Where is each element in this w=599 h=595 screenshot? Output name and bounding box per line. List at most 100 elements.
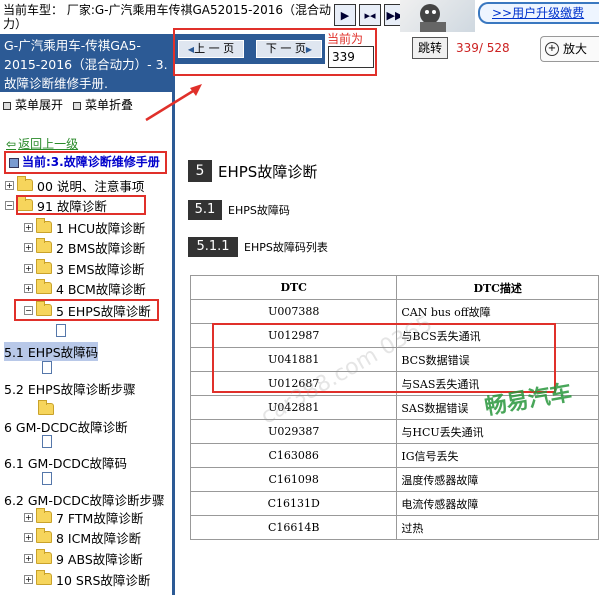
first-page-icon[interactable]: ▶ <box>334 4 356 26</box>
tree-item-label: 8 ICM故障诊断 <box>56 530 142 546</box>
table-row: U007388 CAN bus off故障 <box>189 299 599 324</box>
tree-item-label: 10 SRS故障诊断 <box>56 572 151 588</box>
table-row: U042881 SAS数据错误 <box>189 395 599 420</box>
page-count: 339/ 528 <box>456 41 510 55</box>
dtc-description: 与HCU丢失通讯 <box>396 419 599 444</box>
highlight-box <box>14 299 159 321</box>
page-icon <box>42 435 52 448</box>
tree-item-abs[interactable]: +9 ABS故障诊断 <box>24 549 143 567</box>
expand-toggle-icon[interactable]: + <box>24 553 33 563</box>
collapse-toggle-icon[interactable]: − <box>5 200 14 210</box>
upgrade-link[interactable]: >>用户升级缴费 <box>478 2 599 24</box>
dtc-code: U042881 <box>189 395 398 420</box>
column-header-dtc: DTC <box>189 275 398 300</box>
heading-5-1-1: 5.1.1 EHPS故障码列表 <box>188 237 328 257</box>
tree-item-bms[interactable]: +2 BMS故障诊断 <box>24 238 145 256</box>
dtc-code: C16614B <box>189 515 398 540</box>
dtc-description: 过热 <box>396 515 599 540</box>
column-header-desc: DTC描述 <box>396 275 599 300</box>
expand-icon <box>3 101 11 110</box>
expand-toggle-icon[interactable]: + <box>24 283 33 293</box>
tree-item-label: 4 BCM故障诊断 <box>56 281 146 297</box>
tree-item-ftm[interactable]: +7 FTM故障诊断 <box>24 508 143 526</box>
current-location: 当前:3.故障诊断维修手册 <box>4 151 167 174</box>
menu-collapse-button[interactable]: 菜单折叠 <box>73 96 133 113</box>
expand-toggle-icon[interactable]: + <box>24 512 33 522</box>
folder-icon <box>38 400 54 415</box>
expand-toggle-icon[interactable]: + <box>24 574 33 584</box>
tree-item-label: 9 ABS故障诊断 <box>56 551 143 567</box>
book-icon <box>9 158 19 168</box>
highlight-box <box>16 195 146 215</box>
dtc-description: SAS数据错误 <box>396 395 599 420</box>
tree-item-gm-dcdc-steps[interactable]: 6.2 GM-DCDC故障诊断步骤 <box>4 490 165 509</box>
menu-toggle-row: 菜单展开 菜单折叠 <box>3 96 133 113</box>
heading-number: 5 <box>188 160 212 182</box>
tree-item-gm-dcdc-dtc[interactable]: 6.1 GM-DCDC故障码 <box>4 453 127 472</box>
back-link[interactable]: ⇦ 返回上一级 <box>6 135 78 152</box>
tree-item-label: 7 FTM故障诊断 <box>56 510 144 526</box>
expand-toggle-icon[interactable]: + <box>24 263 33 273</box>
heading-5-1: 5.1 EHPS故障码 <box>188 200 290 220</box>
folder-icon <box>17 176 33 191</box>
highlight-box <box>173 28 377 76</box>
dtc-description: IG信号丢失 <box>396 443 599 468</box>
tree-item-gm-dcdc[interactable]: 6 GM-DCDC故障诊断 <box>4 417 128 436</box>
zoom-label: 放大 <box>563 42 588 56</box>
menu-collapse-label: 菜单折叠 <box>85 98 134 112</box>
collapse-icon <box>73 101 82 110</box>
zoom-in-button[interactable]: + 放大 <box>540 36 599 62</box>
tree-item-label: 1 HCU故障诊断 <box>56 220 146 236</box>
tree-item-ehps-dtc[interactable]: 5.1 EHPS故障码 <box>4 342 99 361</box>
tree-item-icm[interactable]: +8 ICM故障诊断 <box>24 528 141 546</box>
back-arrow-icon: ⇦ <box>6 137 17 151</box>
dtc-code: C161098 <box>189 467 398 492</box>
page-icon <box>42 361 52 374</box>
expand-toggle-icon[interactable]: + <box>24 532 33 542</box>
folder-icon <box>36 238 52 253</box>
tree-item-srs[interactable]: +10 SRS故障诊断 <box>24 570 150 588</box>
table-row: C16131D 电流传感器故障 <box>189 491 599 516</box>
heading-5: 5 EHPS故障诊断 <box>188 160 317 182</box>
tree-item-bcm[interactable]: +4 BCM故障诊断 <box>24 279 146 297</box>
heading-title: EHPS故障码 <box>228 204 290 217</box>
table-row: U029387 与HCU丢失通讯 <box>189 419 599 444</box>
nav-buttons: ▶ ▸◂ ▶▶ <box>334 4 406 26</box>
tree-item-hcu[interactable]: +1 HCU故障诊断 <box>24 218 145 236</box>
current-label: 当前:3.故障诊断维修手册 <box>22 155 160 169</box>
tree-item-label: 00 说明、注意事项 <box>37 178 145 194</box>
table-row: C16614B 过热 <box>189 515 599 540</box>
car-model-label: 当前车型： 厂家:G-广汽乘用车传祺GA52015-2016（混合动力） <box>3 3 332 31</box>
menu-expand-label: 菜单展开 <box>15 98 64 112</box>
document-view: 5 EHPS故障诊断 5.1 EHPS故障码 5.1.1 EHPS故障码列表 D… <box>175 86 599 595</box>
tree-item-label: 3 EMS故障诊断 <box>56 261 145 277</box>
dtc-code: C16131D <box>189 491 398 516</box>
heading-number: 5.1 <box>188 200 222 220</box>
folder-icon <box>36 528 52 543</box>
highlight-box <box>212 323 556 393</box>
page-toolbar: ◀上 一 页 下 一 页▶ 当前为 339 跳转 339/ 528 + 放大 <box>173 28 599 86</box>
dtc-description: CAN bus off故障 <box>396 299 599 324</box>
tree-item-00[interactable]: +00 说明、注意事项 <box>5 176 144 194</box>
expand-toggle-icon[interactable]: + <box>24 242 33 252</box>
expand-toggle-icon[interactable]: + <box>5 180 14 190</box>
folder-icon <box>36 549 52 564</box>
dtc-code: U007388 <box>189 299 398 324</box>
table-header-row: DTC DTC描述 <box>189 275 599 300</box>
jump-button[interactable]: 跳转 <box>412 37 448 59</box>
folder-icon <box>36 279 52 294</box>
dtc-description: 温度传感器故障 <box>396 467 599 492</box>
tree-item-ehps-steps[interactable]: 5.2 EHPS故障诊断步骤 <box>4 379 136 398</box>
dtc-description: 电流传感器故障 <box>396 491 599 516</box>
magnifier-plus-icon: + <box>545 42 559 56</box>
menu-expand-button[interactable]: 菜单展开 <box>3 96 63 113</box>
folder-icon <box>36 259 52 274</box>
tree-item-label: 2 BMS故障诊断 <box>56 240 146 256</box>
dtc-table: DTC DTC描述 U007388 CAN bus off故障 U012987 与B… <box>189 275 599 540</box>
fit-icon[interactable]: ▸◂ <box>359 4 381 26</box>
expand-toggle-icon[interactable]: + <box>24 222 33 232</box>
folder-icon <box>36 218 52 233</box>
heading-title: EHPS故障码列表 <box>244 241 328 254</box>
page-icon <box>42 472 52 485</box>
tree-item-ems[interactable]: +3 EMS故障诊断 <box>24 259 145 277</box>
